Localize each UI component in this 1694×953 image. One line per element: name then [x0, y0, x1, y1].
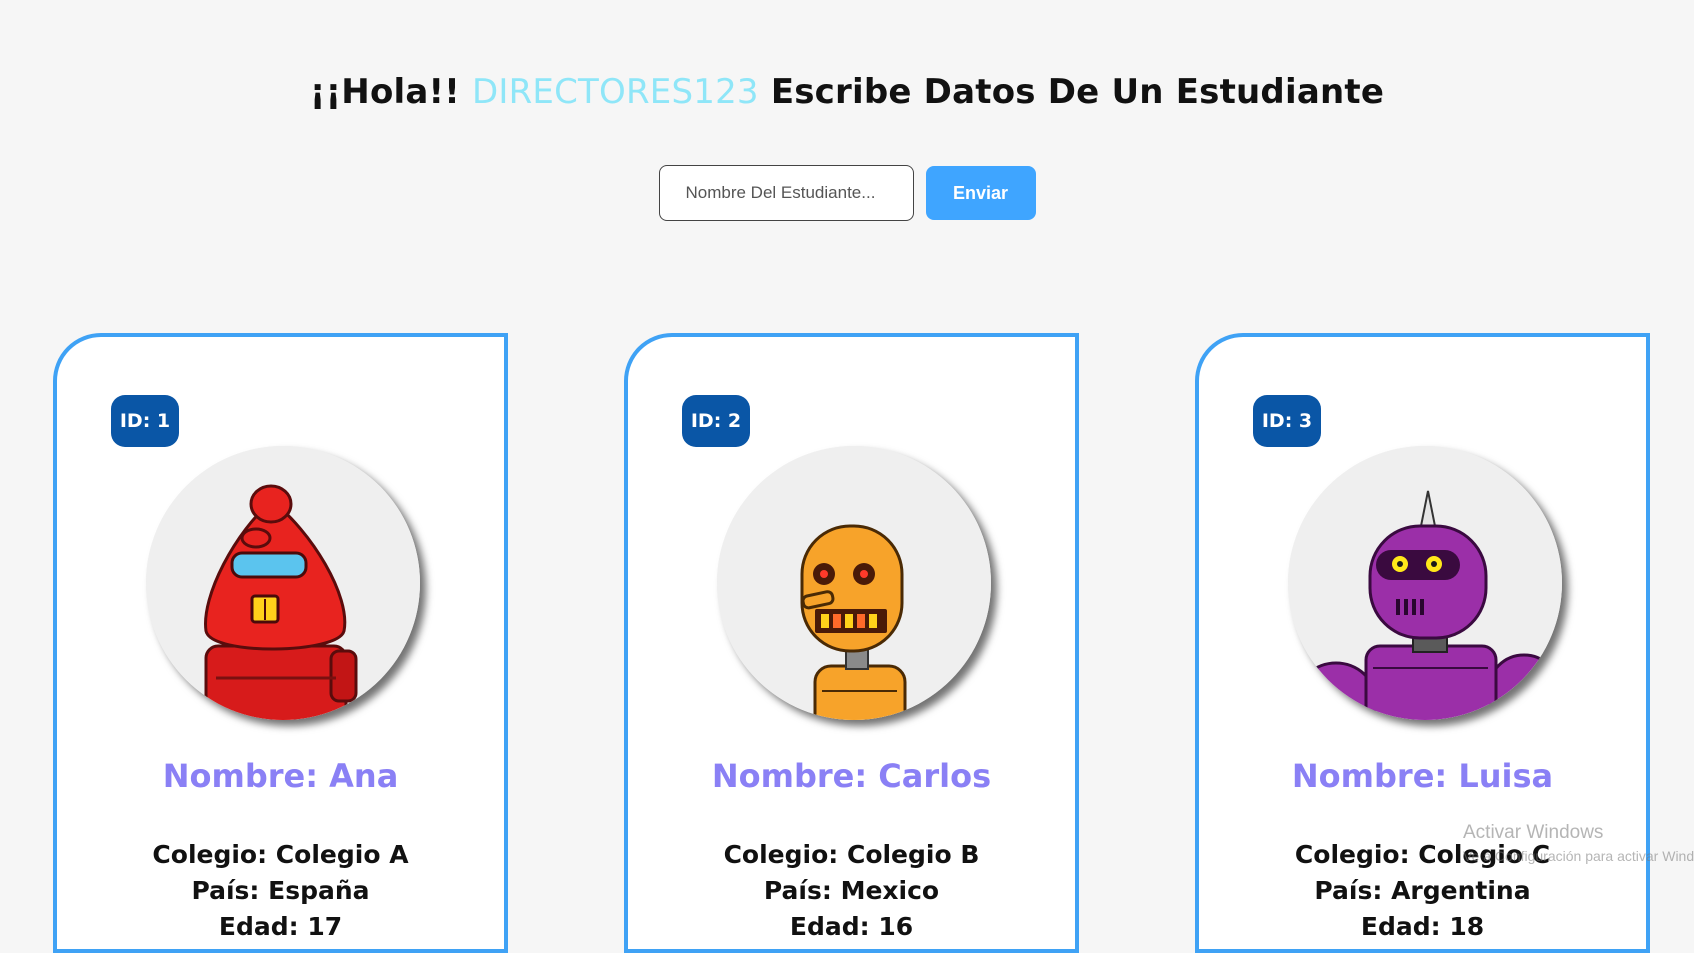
student-age: Edad: 16 — [789, 912, 914, 941]
submit-button[interactable]: Enviar — [925, 166, 1036, 220]
student-info: Colegio: Colegio C País: Argentina Edad:… — [1199, 837, 1646, 945]
avatar — [146, 446, 420, 720]
student-school: Colegio: Colegio A — [152, 840, 409, 869]
student-card: ID: 2 Nombre: Carlos Colegio: Colegio B … — [624, 333, 1079, 953]
student-age: Edad: 17 — [218, 912, 343, 941]
student-card: ID: 1 Nombre: Ana Colegio: Colegio A Paí… — [53, 333, 508, 953]
student-school: Colegio: Colegio C — [1294, 840, 1551, 869]
student-age: Edad: 18 — [1360, 912, 1485, 941]
id-badge: ID: 2 — [682, 395, 750, 447]
student-name: Nombre: Luisa — [1291, 757, 1554, 795]
student-info: Colegio: Colegio A País: España Edad: 17 — [57, 837, 504, 945]
student-school: Colegio: Colegio B — [723, 840, 980, 869]
orange-robot-icon — [717, 446, 991, 720]
avatar — [717, 446, 991, 720]
student-name-input[interactable] — [658, 165, 914, 221]
student-country: País: España — [191, 876, 370, 905]
student-country: País: Mexico — [763, 876, 940, 905]
avatar — [1288, 446, 1562, 720]
instruction-text: Escribe Datos De Un Estudiante — [770, 72, 1385, 112]
red-robot-icon — [146, 446, 420, 720]
student-name: Nombre: Ana — [162, 757, 399, 795]
student-name: Nombre: Carlos — [711, 757, 992, 795]
purple-robot-icon — [1288, 446, 1562, 720]
username-text: DIRECTORES123 — [471, 72, 759, 112]
student-country: País: Argentina — [1314, 876, 1531, 905]
id-badge: ID: 1 — [111, 395, 179, 447]
student-form: Enviar — [0, 165, 1694, 221]
id-badge: ID: 3 — [1253, 395, 1321, 447]
greeting-text: ¡¡Hola!! — [309, 72, 460, 112]
student-cards: ID: 1 Nombre: Ana Colegio: Colegio A Paí… — [0, 333, 1694, 953]
student-card: ID: 3 Nombre: Luisa Colegio: Colegio C P… — [1195, 333, 1650, 953]
student-info: Colegio: Colegio B País: Mexico Edad: 16 — [628, 837, 1075, 945]
page-title: ¡¡Hola!! DIRECTORES123 Escribe Datos De … — [0, 72, 1694, 112]
